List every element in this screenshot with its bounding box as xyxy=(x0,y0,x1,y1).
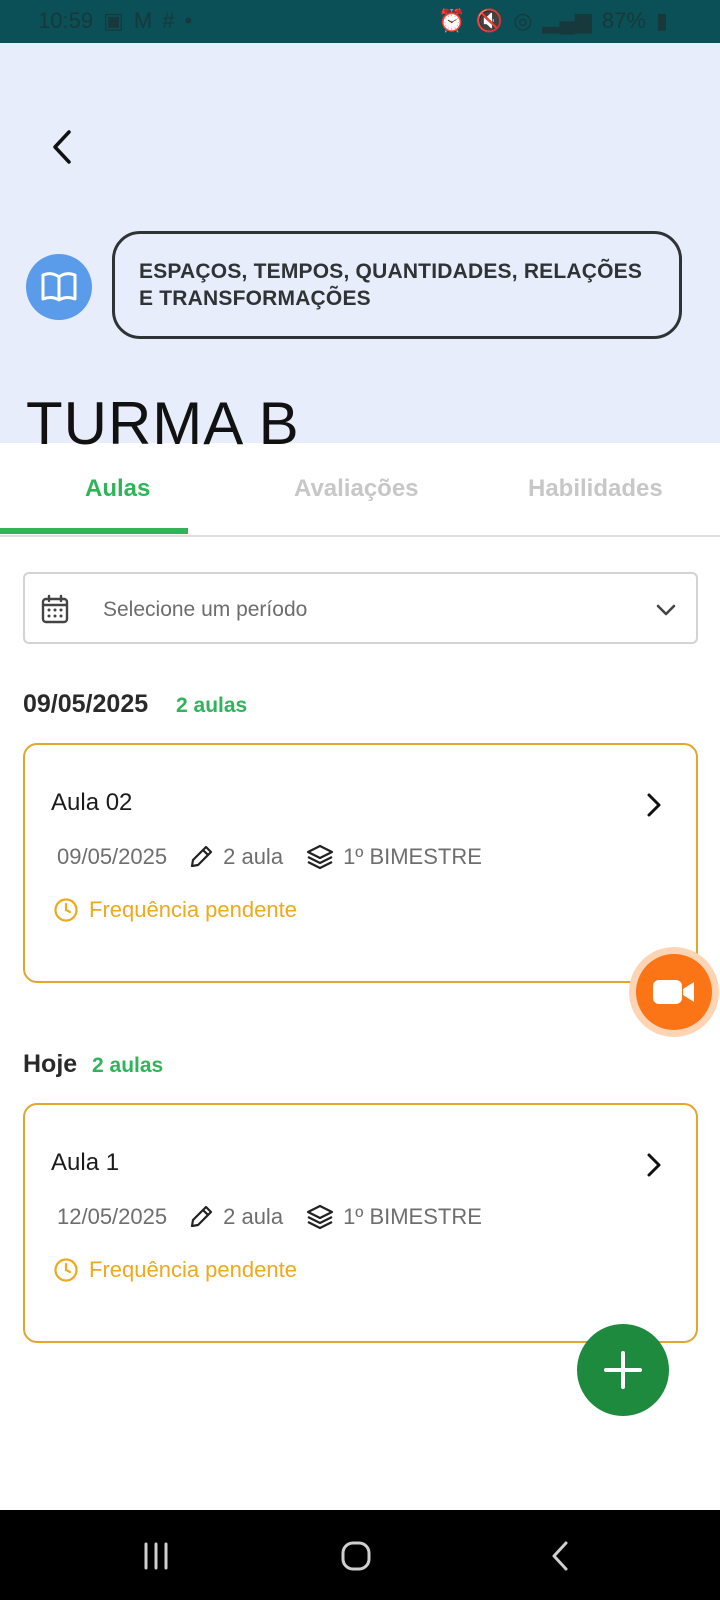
group-lesson-count: 2 aulas xyxy=(176,694,248,717)
status-time: 10:59 xyxy=(38,8,94,33)
attendance-status-label: Frequência pendente xyxy=(89,897,297,922)
back-button[interactable] xyxy=(40,125,84,169)
chevron-right-icon xyxy=(647,793,661,817)
lesson-meta: 09/05/2025 2 aula 1º BIMESTRE xyxy=(57,843,482,871)
period-select[interactable]: Selecione um período xyxy=(23,572,698,644)
clock-icon xyxy=(53,1257,79,1283)
group-date-title: 09/05/2025 xyxy=(23,690,149,718)
status-right: ⏰ 🔇 ◎ ▂▄▆ 87% ▮ xyxy=(438,8,668,34)
chevron-down-icon xyxy=(656,604,676,616)
lesson-card[interactable]: Aula 02 09/05/2025 2 aula 1º BIMESTRE Fr… xyxy=(23,743,698,983)
signal-icon: ▂▄▆ xyxy=(542,8,592,33)
slack-icon: # xyxy=(162,8,175,33)
tab-bar: Aulas Avaliações Habilidades xyxy=(0,443,720,537)
lesson-count: 2 aula xyxy=(223,844,284,869)
book-icon xyxy=(41,272,77,302)
hotspot-icon: ◎ xyxy=(513,8,533,33)
pencil-icon xyxy=(187,843,215,871)
lesson-date: 09/05/2025 xyxy=(57,844,168,869)
subject-icon xyxy=(26,254,92,320)
battery-icon: ▮ xyxy=(655,8,668,33)
layers-icon xyxy=(305,843,335,871)
lesson-card[interactable]: Aula 1 12/05/2025 2 aula 1º BIMESTRE Fre… xyxy=(23,1103,698,1343)
alarm-icon: ⏰ xyxy=(438,8,466,33)
calendar-icon xyxy=(41,594,69,624)
group-date-title: Hoje xyxy=(23,1050,78,1078)
attendance-status: Frequência pendente xyxy=(53,897,297,923)
layers-icon xyxy=(305,1203,335,1231)
pencil-icon xyxy=(187,1203,215,1231)
chevron-right-icon xyxy=(647,1153,661,1177)
subject-pill: ESPAÇOS, TEMPOS, QUANTIDADES, RELAÇÕES E… xyxy=(112,231,682,339)
subject-name: ESPAÇOS, TEMPOS, QUANTIDADES, RELAÇÕES E… xyxy=(139,260,643,310)
active-tab-indicator xyxy=(0,528,188,534)
group-lesson-count: 2 aulas xyxy=(92,1054,164,1077)
attendance-status-label: Frequência pendente xyxy=(89,1257,297,1282)
video-camera-icon xyxy=(653,980,694,1004)
clock-icon xyxy=(53,897,79,923)
lesson-term: 1º BIMESTRE xyxy=(343,844,482,869)
status-bar: 10:59 ▣ M # • ⏰ 🔇 ◎ ▂▄▆ 87% ▮ xyxy=(0,0,720,43)
lesson-count: 2 aula xyxy=(223,1204,284,1229)
lesson-date: 12/05/2025 xyxy=(57,1204,168,1229)
battery-level: 87% xyxy=(601,8,646,33)
lesson-title: Aula 1 xyxy=(51,1149,120,1176)
dot-icon: • xyxy=(184,8,193,33)
tab-avaliacoes[interactable]: Avaliações xyxy=(294,475,419,503)
home-button[interactable] xyxy=(340,1540,372,1572)
period-placeholder: Selecione um período xyxy=(103,598,308,621)
video-call-button[interactable] xyxy=(636,954,712,1030)
lesson-title: Aula 02 xyxy=(51,789,133,816)
tab-aulas[interactable]: Aulas xyxy=(85,475,150,503)
header: ESPAÇOS, TEMPOS, QUANTIDADES, RELAÇÕES E… xyxy=(0,43,720,457)
tab-habilidades[interactable]: Habilidades xyxy=(528,475,663,503)
mail-icon: M xyxy=(133,8,153,33)
lesson-meta: 12/05/2025 2 aula 1º BIMESTRE xyxy=(57,1203,482,1231)
status-left: 10:59 ▣ M # • xyxy=(38,8,192,34)
photo-icon: ▣ xyxy=(103,8,124,33)
recent-apps-button[interactable] xyxy=(140,1540,172,1572)
attendance-status: Frequência pendente xyxy=(53,1257,297,1283)
lesson-term: 1º BIMESTRE xyxy=(343,1204,482,1229)
mute-icon: 🔇 xyxy=(475,8,504,33)
system-nav-bar xyxy=(0,1510,720,1600)
add-lesson-button[interactable] xyxy=(577,1324,669,1416)
back-nav-button[interactable] xyxy=(545,1540,577,1572)
plus-icon xyxy=(604,1351,642,1389)
chevron-left-icon xyxy=(53,130,71,164)
